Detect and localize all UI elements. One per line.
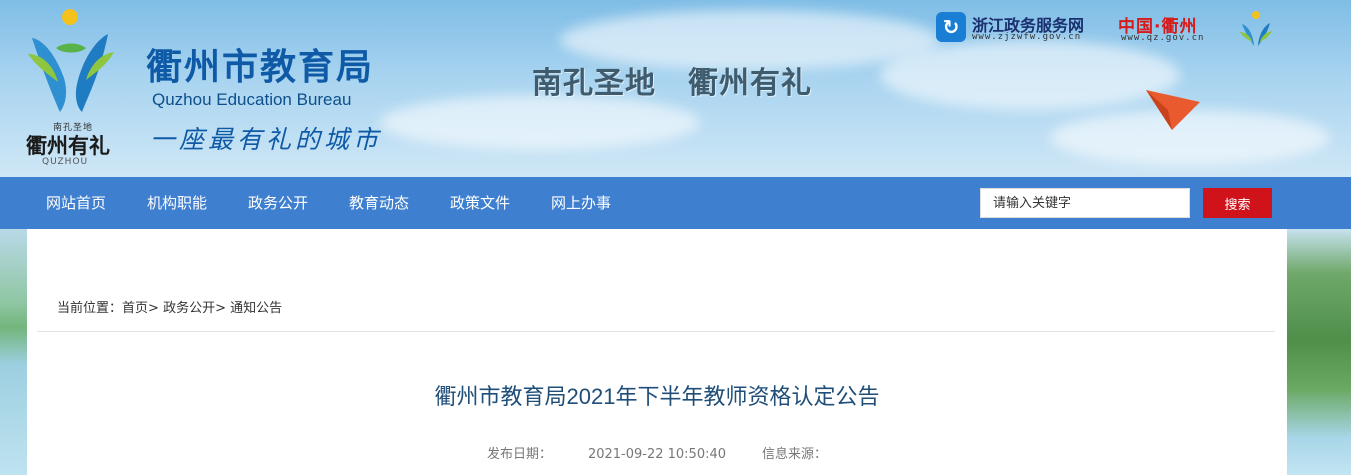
zjzwfw-link[interactable]: ↻ 浙江政务服务网 www.zjzwfw.gov.cn	[936, 10, 1101, 44]
center-slogan-part2: 衢州有礼	[688, 66, 812, 101]
search-button[interactable]: 搜索	[1203, 188, 1272, 218]
breadcrumb-notices[interactable]: 通知公告	[230, 301, 282, 316]
qz-gov-link[interactable]: 中国·衢州 www.qz.gov.cn	[1118, 10, 1228, 44]
qz-gov-url: www.qz.gov.cn	[1121, 33, 1205, 43]
article-title: 衢州市教育局2021年下半年教师资格认定公告	[434, 384, 880, 409]
site-title[interactable]: 衢州市教育局	[146, 38, 374, 90]
nav-policy-docs[interactable]: 政策文件	[450, 177, 510, 229]
breadcrumb: 当前位置：首页> 政务公开> 通知公告	[57, 297, 282, 316]
breadcrumb-gov-affairs[interactable]: 政务公开	[163, 301, 215, 316]
quzhou-logo[interactable]: 南孔圣地 衢州有礼 QUZHOU	[20, 8, 130, 168]
scenery-right	[1287, 229, 1351, 475]
nav-home[interactable]: 网站首页	[46, 177, 106, 229]
breadcrumb-sep: >	[148, 301, 159, 316]
site-slogan: 一座最有礼的城市	[150, 125, 383, 154]
zjzwfw-logo-icon: ↻	[936, 12, 966, 42]
nav-gov-affairs[interactable]: 政务公开	[248, 177, 308, 229]
zjzwfw-url: www.zjzwfw.gov.cn	[972, 32, 1082, 42]
nav-online-services[interactable]: 网上办事	[551, 177, 611, 229]
info-source: 信息来源：	[762, 447, 828, 462]
quzhou-small-logo-icon	[1240, 11, 1272, 46]
publish-date-value: 2021-09-22 10:50:40	[587, 447, 727, 462]
logo-name: 衢州有礼	[26, 133, 110, 158]
article-meta: 发布日期： 2021-09-22 10:50:40 信息来源：	[27, 443, 1287, 462]
breadcrumb-prefix: 当前位置：	[57, 301, 123, 316]
center-slogan-part1: 南孔圣地	[532, 66, 656, 101]
breadcrumb-divider	[37, 331, 1275, 332]
breadcrumb-home[interactable]: 首页	[122, 301, 148, 316]
center-slogan: 南孔圣地 衢州有礼	[532, 58, 812, 102]
header-banner: 南孔圣地 衢州有礼 QUZHOU 衢州市教育局 Quzhou Education…	[0, 0, 1351, 177]
publish-date: 发布日期： 2021-09-22 10:50:40	[487, 447, 726, 462]
main-nav: 网站首页 机构职能 政务公开 教育动态 政策文件 网上办事 搜索	[0, 177, 1351, 229]
nav-org-functions[interactable]: 机构职能	[147, 177, 207, 229]
publish-date-label: 发布日期：	[486, 447, 552, 462]
logo-sub-text: QUZHOU	[42, 157, 89, 167]
scenery-left	[0, 229, 27, 475]
content-panel: 当前位置：首页> 政务公开> 通知公告 衢州市教育局2021年下半年教师资格认定…	[27, 229, 1287, 475]
logo-emblem-icon	[28, 9, 114, 112]
search-input[interactable]	[980, 188, 1190, 218]
site-title-en: Quzhou Education Bureau	[152, 90, 352, 109]
paper-plane-icon	[1146, 90, 1200, 130]
nav-edu-news[interactable]: 教育动态	[349, 177, 409, 229]
breadcrumb-sep: >	[215, 301, 226, 316]
